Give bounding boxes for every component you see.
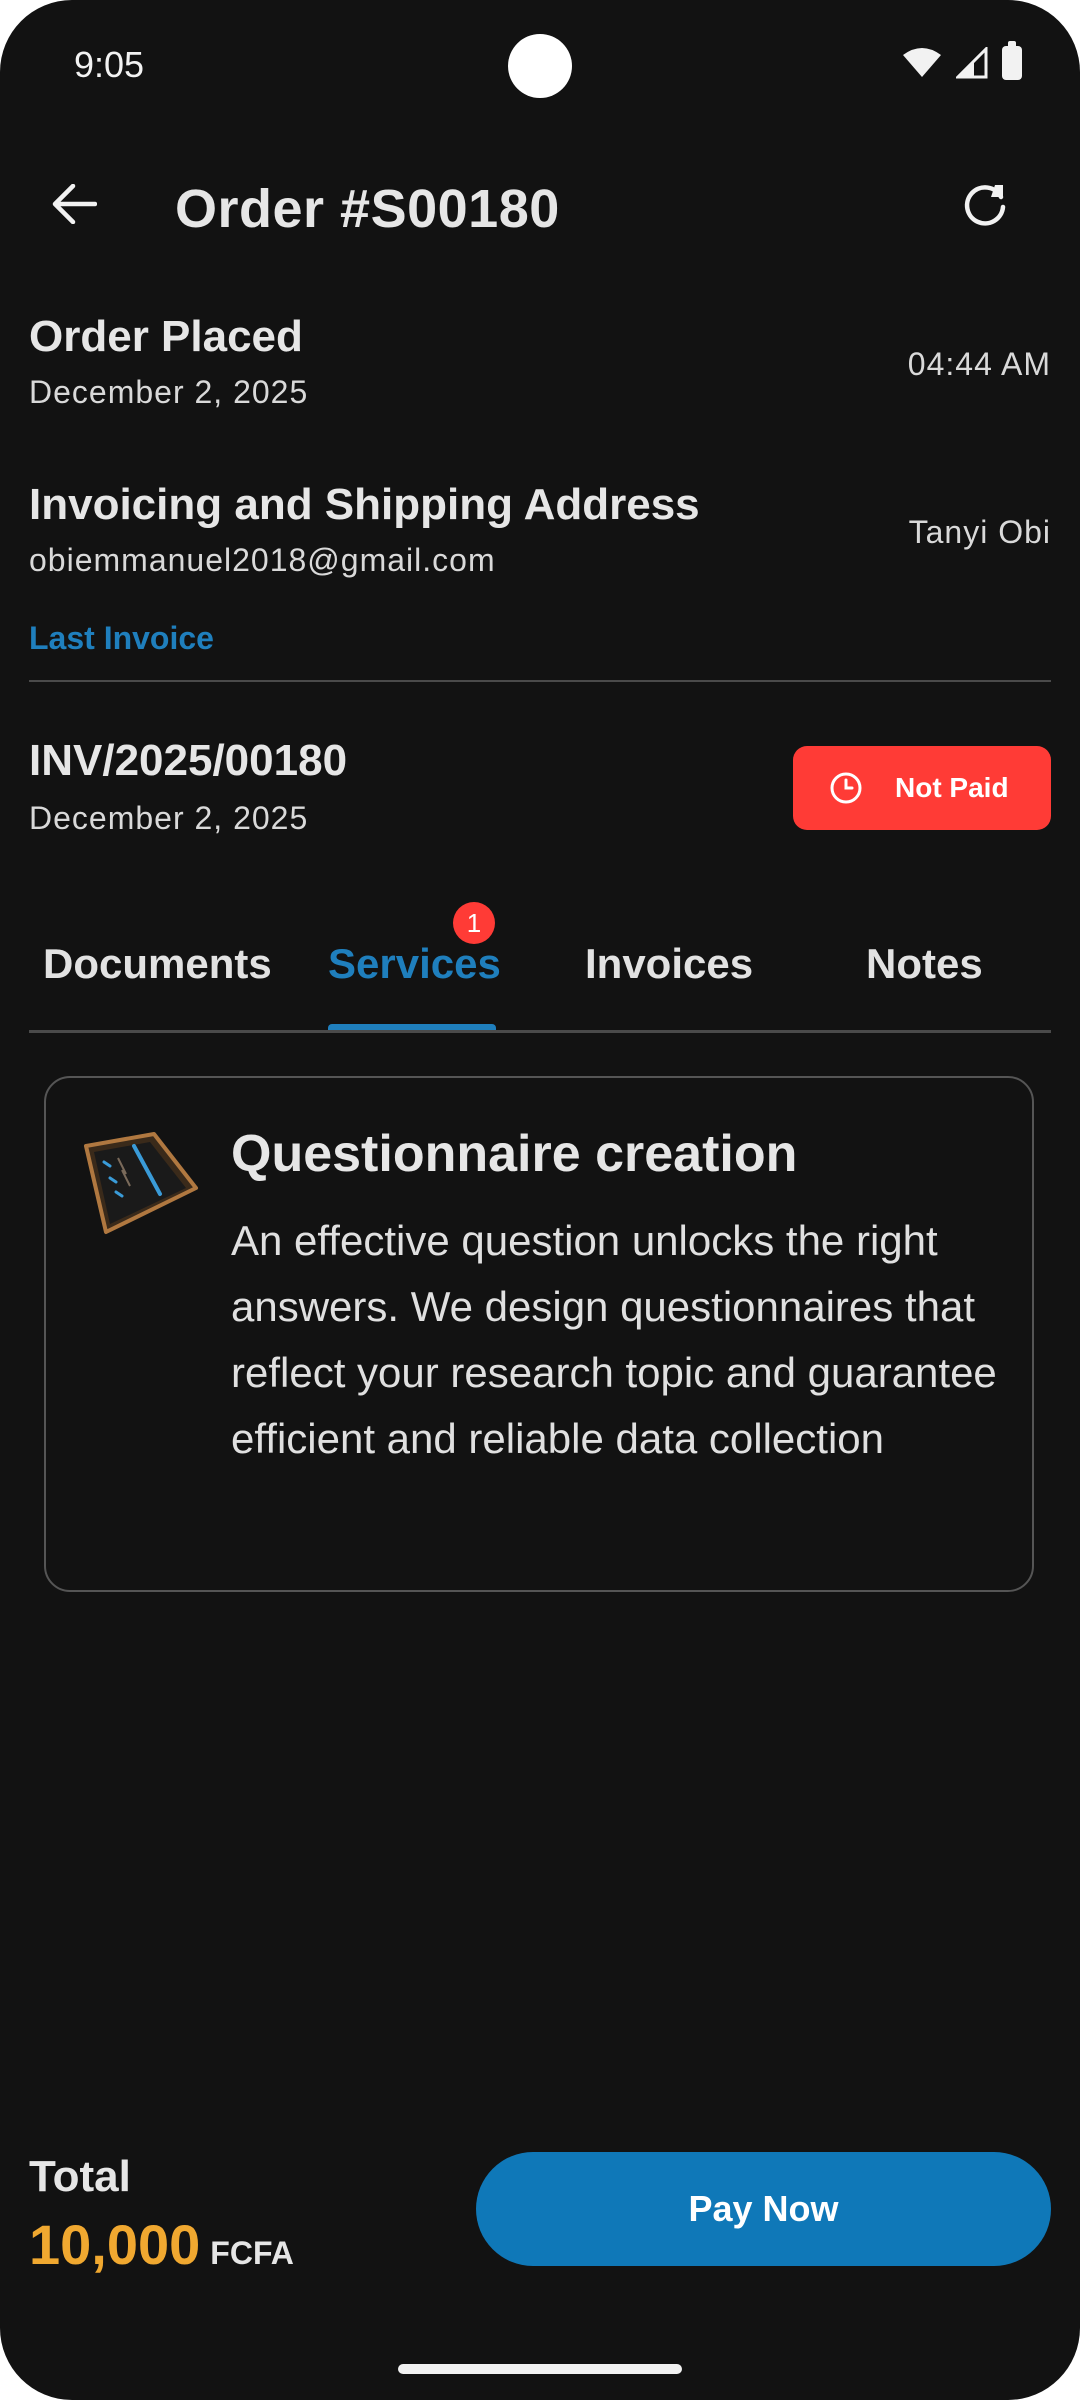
arrow-left-icon	[52, 184, 97, 224]
battery-icon	[1002, 41, 1022, 80]
service-description: An effective question unlocks the right …	[231, 1217, 997, 1462]
order-placed-date: December 2, 2025	[29, 374, 309, 410]
address-email: obiemmanuel2018@gmail.com	[29, 542, 496, 578]
pay-now-button[interactable]: Pay Now	[476, 2152, 1051, 2266]
tabs-divider	[29, 1030, 1051, 1033]
order-placed-time: 04:44 AM	[907, 346, 1051, 382]
total-value: 10,000	[29, 2213, 201, 2276]
total-label: Total	[29, 2152, 131, 2201]
wifi-icon	[903, 48, 941, 77]
tab-bar: Documents Services Invoices Notes	[29, 900, 1051, 1032]
invoice-number: INV/2025/00180	[29, 736, 348, 785]
address-name: Tanyi Obi	[908, 514, 1051, 550]
service-title: Questionnaire creation	[231, 1125, 798, 1183]
service-card[interactable]: Questionnaire creation An effective ques…	[44, 1076, 1034, 1592]
page-title: Order #S00180	[175, 179, 560, 239]
status-icons	[902, 41, 1022, 80]
status-badge-label: Not Paid	[895, 772, 1009, 803]
clipboard-icon	[84, 1132, 198, 1234]
tab-documents[interactable]: Documents	[43, 940, 272, 988]
tab-services[interactable]: Services	[328, 940, 501, 988]
camera-cutout	[508, 34, 572, 98]
home-indicator[interactable]	[398, 2364, 682, 2374]
status-time: 9:05	[74, 44, 145, 85]
tab-notes[interactable]: Notes	[866, 940, 983, 988]
refresh-button[interactable]	[954, 172, 1018, 236]
phone-screen: 9:05 Order #S00180 Order Placed December…	[0, 0, 1080, 2400]
services-count-badge: 1	[453, 902, 495, 944]
status-badge: Not Paid	[793, 746, 1051, 830]
tab-invoices[interactable]: Invoices	[585, 940, 753, 988]
last-invoice-link[interactable]: Last Invoice	[29, 620, 214, 657]
back-button[interactable]	[42, 172, 106, 236]
order-placed-title: Order Placed	[29, 312, 303, 361]
signal-icon	[956, 47, 988, 79]
invoice-date: December 2, 2025	[29, 800, 309, 836]
divider	[29, 680, 1051, 682]
address-title: Invoicing and Shipping Address	[29, 480, 700, 529]
refresh-icon	[964, 185, 1006, 226]
clock-icon	[830, 772, 862, 804]
total-currency: FCFA	[210, 2235, 294, 2271]
total-amount: 10,000 FCFA	[29, 2212, 294, 2277]
